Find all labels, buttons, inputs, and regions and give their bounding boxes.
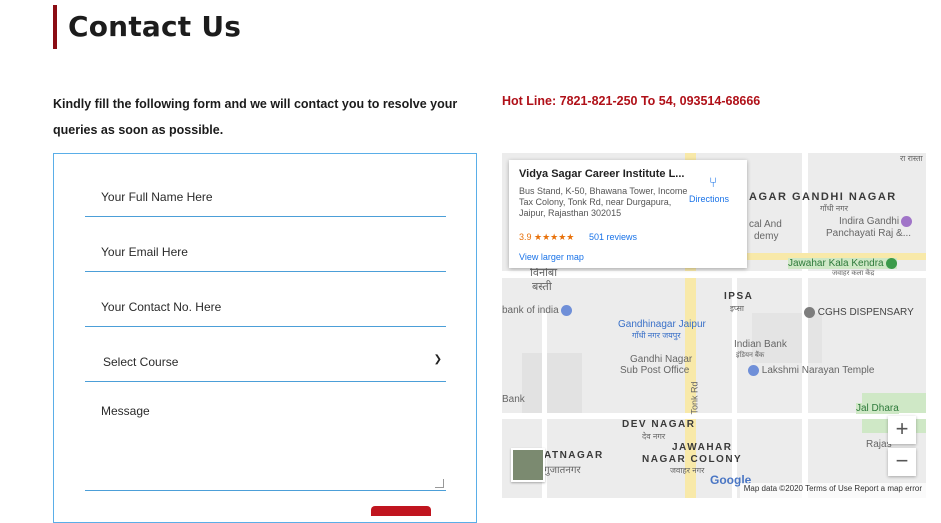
- map-label: देव नगर: [642, 432, 666, 441]
- message-field[interactable]: Message: [85, 394, 446, 491]
- view-larger-map-link[interactable]: View larger map: [519, 252, 584, 262]
- map-label: JAWAHAR: [672, 442, 733, 453]
- message-placeholder: Message: [101, 404, 150, 418]
- email-field[interactable]: Your Email Here: [85, 225, 446, 272]
- zoom-in-button[interactable]: +: [888, 416, 916, 444]
- map-label: ATNAGAR: [544, 450, 604, 461]
- temple-pin-icon: [748, 365, 759, 376]
- contact-form: Your Full Name Here Your Email Here Your…: [53, 153, 477, 523]
- place-info-card: Vidya Sagar Career Institute L... Bus St…: [509, 160, 747, 268]
- map-label-gandhi-nagar: AGAR GANDHI NAGAR: [749, 191, 897, 203]
- map-label: Gandhi Nagar: [630, 354, 693, 365]
- map-label: Tonk Rd: [689, 381, 700, 415]
- map-label: Jal Dhara: [856, 403, 899, 414]
- map-label: Sub Post Office: [620, 365, 690, 376]
- map-label: गाँधी नगर: [820, 204, 849, 213]
- intro-text: Kindly fill the following form and we wi…: [53, 97, 458, 137]
- place-address: Bus Stand, K-50, Bhawana Tower, Income T…: [519, 186, 688, 218]
- place-rating: 3.9 ★★★★★: [519, 232, 575, 242]
- reviews-link[interactable]: 501 reviews: [589, 232, 637, 242]
- full-name-field[interactable]: Your Full Name Here: [85, 170, 446, 217]
- place-pin-icon: [901, 216, 913, 227]
- map-block: [522, 353, 582, 413]
- heading-accent-bar: [53, 5, 57, 49]
- map-label: bank of india: [502, 305, 572, 316]
- embedded-map[interactable]: रा रास्ता AGAR GANDHI NAGAR गाँधी नगर In…: [502, 153, 926, 498]
- map-label: NAGAR COLONY: [642, 454, 743, 465]
- map-label: demy: [754, 231, 779, 242]
- resize-handle[interactable]: [435, 479, 444, 488]
- course-select-value: Select Course: [103, 355, 179, 369]
- satellite-toggle-thumbnail[interactable]: [511, 448, 545, 482]
- map-label: जवाहर नगर: [670, 466, 705, 475]
- map-road: [802, 153, 808, 498]
- zoom-out-button[interactable]: −: [888, 448, 916, 476]
- map-label: Jawahar Kala Kendra: [788, 258, 897, 270]
- map-label: Bank: [502, 394, 525, 405]
- map-label: Panchayati Raj &...: [826, 228, 912, 239]
- map-label: cal And: [749, 219, 782, 230]
- map-label: DEV NAGAR: [622, 419, 696, 430]
- submit-button[interactable]: [371, 506, 431, 516]
- directions-icon[interactable]: ⑂: [709, 174, 717, 190]
- hotline-text: Hot Line: 7821-821-250 To 54, 093514-686…: [502, 94, 761, 108]
- chevron-down-icon: ❯: [433, 354, 442, 365]
- map-label: Indira Gandhi: [839, 216, 913, 227]
- place-name: Vidya Sagar Career Institute L...: [519, 168, 685, 180]
- page-title: Contact Us: [68, 10, 242, 43]
- clinic-pin-icon: [804, 307, 815, 318]
- map-label: Indian Bank: [734, 339, 787, 350]
- map-label: इप्सा: [730, 304, 744, 313]
- map-label: जवाहर कला केंद्र: [832, 270, 875, 277]
- course-select[interactable]: Select Course ❯: [85, 335, 446, 382]
- email-placeholder: Your Email Here: [101, 245, 188, 259]
- directions-link[interactable]: Directions: [689, 194, 729, 204]
- map-label: IPSA: [724, 291, 754, 302]
- map-label: CGHS DISPENSARY: [802, 307, 914, 318]
- contact-number-placeholder: Your Contact No. Here: [101, 300, 222, 314]
- contact-number-field[interactable]: Your Contact No. Here: [85, 280, 446, 327]
- map-label: गाँधी नगर जयपुर: [632, 331, 681, 340]
- place-pin-icon: [885, 258, 897, 269]
- map-footer[interactable]: Map data ©2020 Terms of Use Report a map…: [739, 483, 926, 498]
- full-name-placeholder: Your Full Name Here: [101, 190, 213, 204]
- map-label: बस्ती: [532, 281, 552, 293]
- map-label: गुजातनगर: [544, 465, 581, 476]
- map-label: Lakshmi Narayan Temple: [746, 365, 874, 376]
- bank-pin-icon: [560, 305, 572, 316]
- map-label: इंडियन बैंक: [736, 352, 765, 359]
- map-label: Gandhinagar Jaipur: [618, 319, 706, 330]
- map-label: रा रास्ता: [900, 154, 923, 163]
